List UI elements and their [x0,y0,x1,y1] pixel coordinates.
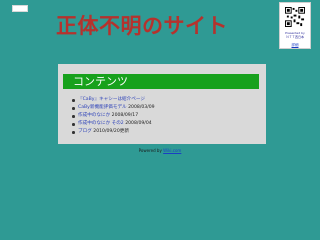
qr-caption: Presented by ＮＴＴ西日本 [285,31,305,39]
content-panel: コンテンツ 『CaBy』キャシーは紹介ページ CaBy新機能評価モデル 2008… [58,64,266,144]
content-link[interactable]: 『CaBy』キャシーは紹介ページ [78,97,145,102]
bullet-icon [72,115,75,118]
bullet-icon [72,107,75,110]
bullet-icon [72,131,75,134]
content-date: 2008/09/17 [111,113,139,118]
powered-by-label: Powered by [138,148,162,153]
bullet-icon [72,99,75,102]
content-header: コンテンツ [63,74,259,89]
list-item: CaBy新機能評価モデル 2008/03/09 [72,104,155,112]
menu-toggle-button[interactable] [12,5,28,12]
qr-details-link[interactable]: 詳細 [280,43,310,47]
powered-by: Powered by Wiki.com [0,148,320,153]
qr-code-icon [285,7,305,27]
list-item: 作成中のなにか 2008/09/17 [72,112,155,120]
content-date: 2010/09/20更新 [93,129,129,134]
content-link[interactable]: 作成中のなにか [78,113,110,118]
content-header-label: コンテンツ [73,75,128,88]
content-link[interactable]: CaBy新機能評価モデル [78,105,127,110]
list-item: 作成中のなにか その2 2008/09/04 [72,120,155,128]
qr-panel: Presented by ＮＴＴ西日本 詳細 [279,2,311,49]
content-link[interactable]: 作成中のなにか その2 [78,121,124,126]
site-title: 正体不明のサイト [56,14,228,38]
content-link[interactable]: ブログ [78,129,92,134]
list-item: 『CaBy』キャシーは紹介ページ [72,96,155,104]
content-list: 『CaBy』キャシーは紹介ページ CaBy新機能評価モデル 2008/03/09… [72,96,155,136]
powered-by-link[interactable]: Wiki.com [163,148,181,153]
bullet-icon [72,123,75,126]
content-date: 2008/03/09 [128,105,155,110]
content-date: 2008/09/04 [125,121,152,126]
list-item: ブログ 2010/09/20更新 [72,128,155,136]
